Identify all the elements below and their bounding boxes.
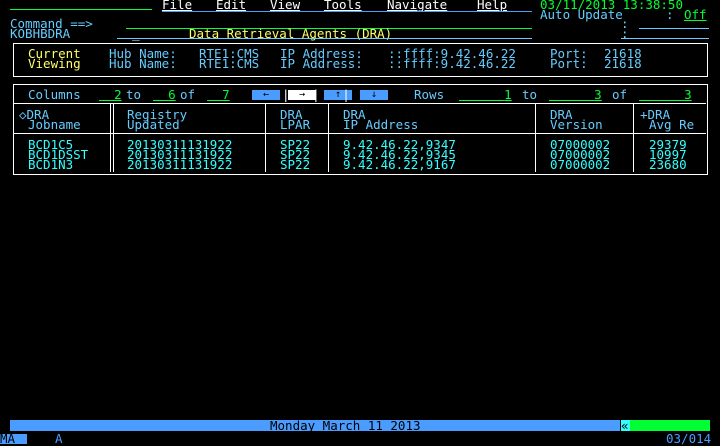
table-header-bottom-rule (14, 133, 706, 134)
auto-update-sep: : (666, 7, 674, 22)
menu-help[interactable]: Help (477, 0, 507, 11)
col-from-field[interactable]: 2 (99, 87, 122, 102)
header-jobname[interactable]: ◇DRA Jobname (19, 108, 81, 132)
header-ip-l2: IP Address (343, 117, 419, 132)
context-viewing-hub: RTE1:CMS (199, 56, 260, 71)
context-viewing-ip: ::ffff:9.42.46.22 (388, 56, 516, 71)
col-sep-5 (633, 104, 634, 172)
row-total-field: 3 (639, 87, 692, 102)
header-jobname-l2: Jobname (28, 117, 81, 132)
menu-tools[interactable]: Tools (324, 0, 362, 11)
context-viewing-port: 21618 (604, 56, 642, 71)
arrow-separators: | | | (282, 87, 350, 102)
cell-ip: 9.42.46.22,9167 (343, 157, 456, 172)
row-to-value: 3 (594, 87, 602, 102)
context-viewing-label: Viewing (28, 56, 81, 71)
col-sep-3 (328, 104, 329, 172)
scroll-down-button[interactable]: ↓ (360, 90, 388, 100)
panel-title-rule (117, 38, 532, 39)
panel-right-rule (621, 38, 709, 39)
menu-file[interactable]: File (162, 0, 192, 11)
context-viewing-hub-label: Hub Name: (109, 56, 177, 71)
row-from-value: 1 (504, 87, 512, 102)
row-from-field[interactable]: 1 (459, 87, 512, 102)
status-green-bar (630, 420, 710, 431)
header-avg[interactable]: +DRA Avg Re (640, 108, 695, 132)
header-ip[interactable]: DRA IP Address (343, 108, 419, 132)
header-version-l2: Version (550, 117, 603, 132)
col-sep-2 (265, 104, 266, 172)
auto-update-toggle[interactable]: Off (684, 8, 707, 21)
col-from-value: 2 (114, 87, 122, 102)
auto-update-label: Auto Update (540, 7, 623, 22)
header-registry-l2: Updated (127, 117, 180, 132)
command-right-rule (639, 28, 709, 29)
col-to-value: 6 (168, 87, 176, 102)
oia-left-block (18, 434, 27, 444)
cell-jobname[interactable]: BCD1N3 (28, 158, 73, 171)
oia-left: MA (0, 432, 18, 445)
header-lpar-l2: LPAR (280, 117, 311, 132)
cell-registry: 20130311131922 (127, 157, 233, 172)
header-avg-l2: Avg Re (649, 117, 695, 132)
down-arrow-icon: ↓ (370, 89, 378, 100)
menu-view[interactable]: View (270, 0, 300, 11)
oia-cursor-position: 03/014 (666, 431, 712, 446)
header-version[interactable]: DRA Version (550, 108, 603, 132)
scroll-left-button[interactable]: ← (252, 90, 280, 100)
col-sep-1 (110, 104, 111, 172)
context-viewing-ip-label: IP Address: (280, 56, 363, 71)
col-total-field: 7 (207, 87, 230, 102)
menu-edit[interactable]: Edit (216, 0, 246, 11)
col-to-label: to (126, 87, 142, 102)
menu-right-rule (162, 11, 532, 12)
header-registry[interactable]: Registry Updated (127, 108, 187, 132)
col-total-value: 7 (222, 87, 230, 102)
left-arrow-icon: ← (262, 89, 270, 100)
col-sep-4 (535, 104, 536, 172)
rows-label: Rows (414, 87, 445, 102)
row-total-value: 3 (684, 87, 692, 102)
cell-lpar: SP22 (280, 157, 311, 172)
menu-navigate[interactable]: Navigate (387, 0, 447, 11)
columns-label: Columns (28, 87, 81, 102)
cell-avg: 23680 (649, 157, 687, 172)
status-marker: « (621, 418, 630, 433)
menu-left-rule (10, 9, 152, 10)
col-of-label: of (180, 87, 196, 102)
row-to-label: to (522, 87, 538, 102)
col-sep-1b (113, 104, 114, 172)
oia-mode: A (55, 431, 63, 446)
header-lpar[interactable]: DRA LPAR (280, 108, 311, 132)
status-date: Monday March 11 2013 (270, 418, 421, 433)
col-to-field[interactable]: 6 (153, 87, 176, 102)
panel-id: KOBHBDRA (10, 26, 71, 41)
row-to-field[interactable]: 3 (549, 87, 602, 102)
context-viewing-port-label: Port: (550, 56, 588, 71)
row-of-label: of (612, 87, 628, 102)
table-header-top-rule (14, 103, 706, 104)
cell-version: 07000002 (550, 157, 611, 172)
